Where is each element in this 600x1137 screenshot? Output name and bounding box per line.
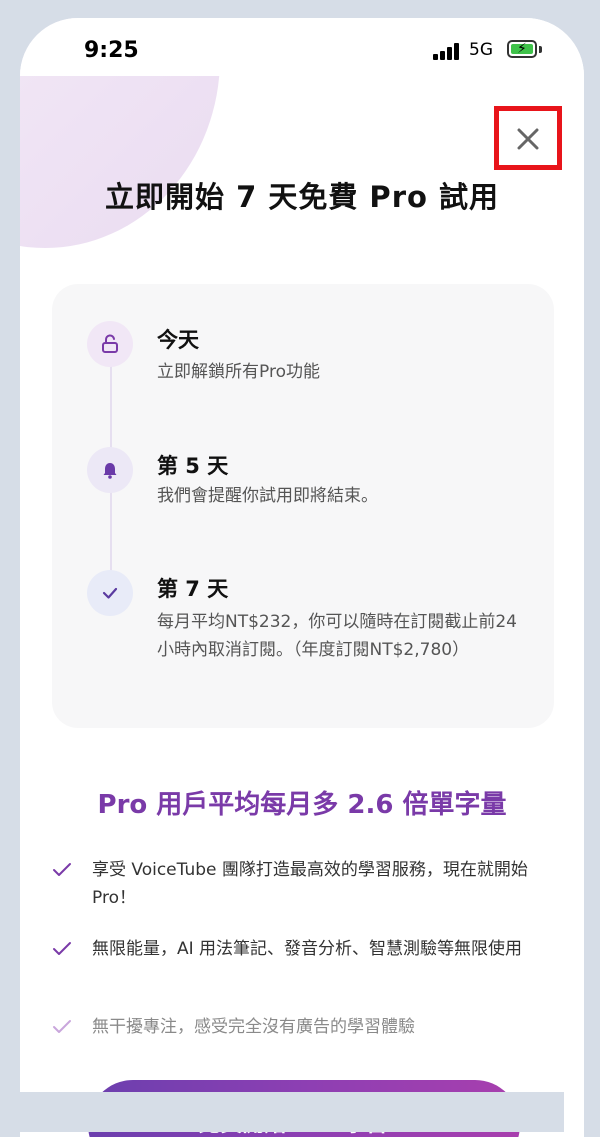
close-icon	[517, 128, 539, 150]
check-icon	[53, 1020, 71, 1033]
battery-cap	[539, 46, 542, 53]
check-icon	[53, 942, 71, 955]
step-title-day7: 第 7 天	[157, 577, 229, 601]
step-title-day5: 第 5 天	[157, 454, 229, 478]
close-button[interactable]	[494, 106, 562, 170]
signal-icon	[433, 42, 463, 60]
network-label: 5G	[469, 40, 493, 60]
check-icon	[53, 863, 71, 876]
pro-subheading: Pro 用戶平均每月多 2.6 倍單字量	[97, 790, 507, 820]
check-icon	[87, 570, 133, 616]
step-title-today: 今天	[157, 328, 199, 352]
step-desc-today: 立即解鎖所有Pro功能	[157, 362, 320, 382]
step-desc-day7: 每月平均NT$232，你可以隨時在訂閱截止前24小時內取消訂閱。（年度訂閱NT$…	[157, 612, 517, 660]
bell-icon	[87, 447, 133, 493]
benefit-item: 無干擾專注，感受完全沒有廣告的學習體驗	[92, 1017, 415, 1037]
benefit-item: 享受 VoiceTube 團隊打造最高效的學習服務，現在就開始 Pro！	[92, 860, 528, 908]
lock-open-icon	[87, 321, 133, 367]
phone-screen: 9:25 5G ⚡ 立即開始 7 天免費 Pro 試用 今天 立即解鎖所有Pro…	[20, 18, 584, 1137]
bottom-frame	[0, 1092, 564, 1132]
battery-icon: ⚡	[507, 40, 537, 58]
page-title: 立即開始 7 天免費 Pro 試用	[104, 180, 500, 214]
step-desc-day5: 我們會提醒你試用即將結束。	[157, 486, 378, 506]
benefit-item: 無限能量，AI 用法筆記、發音分析、智慧測驗等無限使用	[92, 939, 523, 959]
status-bar: 9:25 5G ⚡	[20, 18, 584, 76]
status-time: 9:25	[84, 38, 139, 63]
